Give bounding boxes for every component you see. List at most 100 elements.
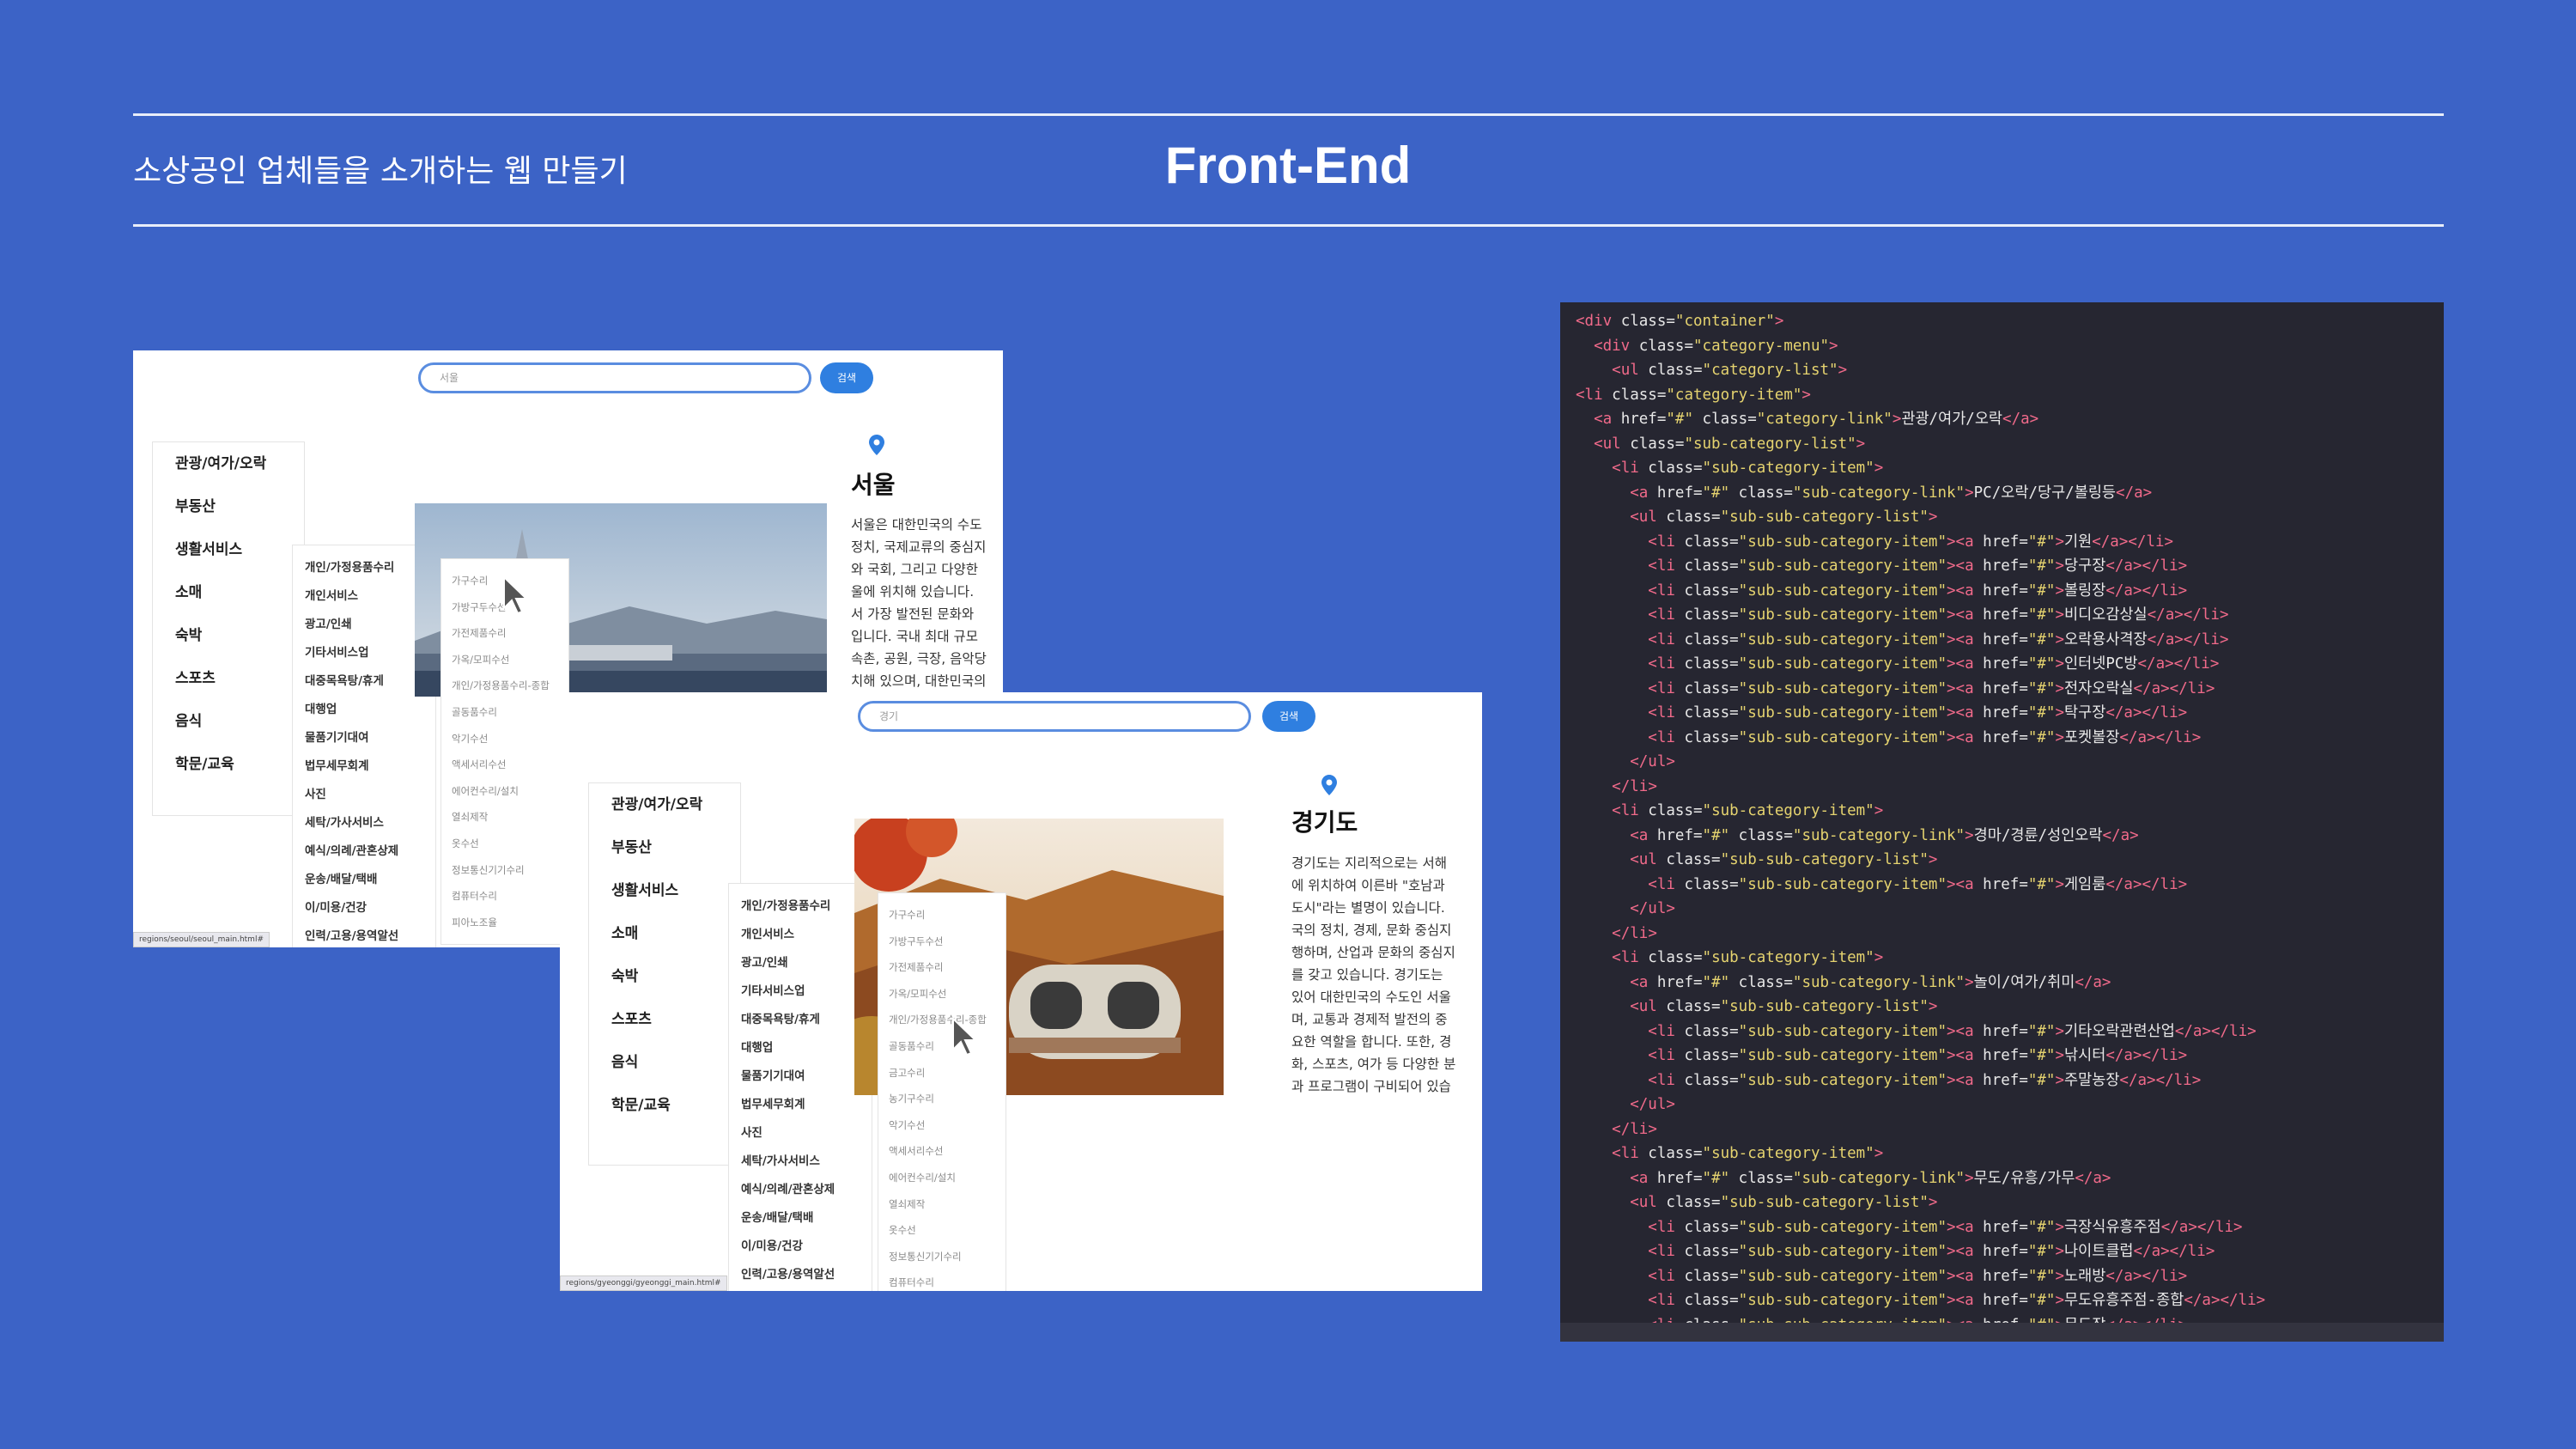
search-input[interactable]: 경기 bbox=[858, 701, 1251, 732]
code-line: <li class="sub-category-item"> bbox=[1612, 949, 1884, 966]
search-placeholder: 서울 bbox=[440, 372, 459, 384]
category-item[interactable]: 숙박 bbox=[153, 614, 304, 657]
header-bottom-rule bbox=[133, 224, 2444, 227]
subsubcategory-item[interactable]: 액세서리수선 bbox=[878, 1138, 1005, 1165]
description-line: 울에 위치해 있습니다. bbox=[851, 584, 975, 600]
subsubcategory-item[interactable]: 컴퓨터수리 bbox=[878, 1269, 1005, 1291]
category-item[interactable]: 생활서비스 bbox=[153, 528, 304, 571]
category-item[interactable]: 학문/교육 bbox=[589, 1084, 740, 1127]
subsubcategory-item[interactable]: 개인/가정용품수리-종합 bbox=[878, 1007, 1005, 1033]
subsubcategory-item[interactable]: 가옥/모피수선 bbox=[441, 647, 568, 673]
description-line: 서 가장 발전된 문화와 bbox=[851, 606, 975, 622]
subcategory-item[interactable]: 인력/고용/용역알선 bbox=[729, 1261, 872, 1289]
code-line: <li class="sub-sub-category-item"><a hre… bbox=[1648, 1292, 2266, 1309]
subsubcategory-item[interactable]: 가구수리 bbox=[878, 902, 1005, 928]
code-line: </li> bbox=[1612, 924, 1657, 942]
subcategory-item[interactable]: 예식/의례/관혼상제 bbox=[729, 1176, 872, 1204]
subcategory-item[interactable]: 개인서비스 bbox=[729, 921, 872, 949]
code-line: <li class="sub-sub-category-item"><a hre… bbox=[1648, 1243, 2215, 1260]
search-button[interactable]: 검색 bbox=[1262, 701, 1315, 732]
description-line: 화, 스포츠, 여가 등 다양한 분 bbox=[1291, 1056, 1456, 1072]
subcategory-item[interactable]: 광고/인쇄 bbox=[729, 949, 872, 977]
code-line: <a href="#" class="sub-category-link">PC… bbox=[1630, 484, 2153, 502]
subsubcategory-item[interactable]: 가전제품수리 bbox=[441, 620, 568, 647]
subcategory-item[interactable]: 이/미용/건강 bbox=[293, 894, 435, 922]
code-line: <ul class="sub-category-list"> bbox=[1594, 435, 1866, 453]
category-item[interactable]: 소매 bbox=[589, 912, 740, 955]
editor-scrollbar[interactable] bbox=[1560, 1323, 2444, 1342]
category-item[interactable]: 음식 bbox=[153, 700, 304, 743]
subsubcategory-item[interactable]: 피아노조율 bbox=[441, 910, 568, 936]
subsubcategory-item[interactable]: 악기수선 bbox=[878, 1112, 1005, 1139]
code-line: <a href="#" class="sub-category-link">경마… bbox=[1630, 826, 2139, 844]
subsubcategory-item[interactable]: 가전제품수리 bbox=[878, 954, 1005, 981]
subcategory-item[interactable]: 인력/고용/용역알선 bbox=[293, 922, 435, 947]
subsubcategory-item[interactable]: 옷수선 bbox=[878, 1217, 1005, 1244]
subsubcategory-item[interactable]: 가옥/모피수선 bbox=[878, 981, 1005, 1008]
status-bar-url: regions/gyeonggi/gyeonggi_main.html# bbox=[560, 1275, 727, 1291]
category-item[interactable]: 관광/여가/오락 bbox=[589, 783, 740, 826]
subsubcategory-item[interactable]: 농기구수리 bbox=[878, 1086, 1005, 1112]
subsubcategory-item[interactable]: 에어컨수리/설치 bbox=[878, 1165, 1005, 1191]
category-item[interactable]: 음식 bbox=[589, 1041, 740, 1084]
description-line: 입니다. 국내 최대 규모 bbox=[851, 629, 979, 644]
subcategory-item[interactable]: 운송/배달/택배 bbox=[293, 866, 435, 894]
subsubcategory-item[interactable]: 옷수선 bbox=[441, 831, 568, 857]
search-input[interactable]: 서울 bbox=[418, 362, 811, 393]
subcategory-item[interactable]: 세탁/가사서비스 bbox=[729, 1148, 872, 1176]
code-line: <li class="category-item"> bbox=[1576, 386, 1811, 404]
code-line: <li class="sub-sub-category-item"><a hre… bbox=[1648, 606, 2229, 624]
gyeonggi-page-screenshot: 경기 검색 관광/여가/오락 부동산 생활서비스 소매 숙박 스포츠 음식 학문/교육 개인/… bbox=[560, 692, 1482, 1291]
subcategory-item[interactable]: 법무세무회계 bbox=[293, 752, 435, 781]
category-item[interactable]: 숙박 bbox=[589, 955, 740, 998]
category-item[interactable]: 관광/여가/오락 bbox=[153, 442, 304, 485]
subsubcategory-item[interactable]: 정보통신기기수리 bbox=[878, 1244, 1005, 1270]
category-item[interactable]: 스포츠 bbox=[589, 998, 740, 1041]
subsubcategory-item[interactable]: 개인/가정용품수리-종합 bbox=[441, 673, 568, 699]
subsubcategory-menu: 가구수리 가방구두수선 가전제품수리 가옥/모피수선 개인/가정용품수리-종합 골동품수리… bbox=[878, 892, 1006, 1291]
subcategory-item[interactable]: 대중목욕탕/휴게 bbox=[729, 1006, 872, 1034]
code-line: <li class="sub-sub-category-item"><a hre… bbox=[1648, 1071, 2202, 1089]
description-line: 며, 교통과 경제적 발전의 중 bbox=[1291, 1012, 1448, 1027]
code-line: <a href="#" class="sub-category-link">놀이… bbox=[1630, 973, 2111, 991]
subsubcategory-item[interactable]: 정보통신기기수리 bbox=[441, 857, 568, 884]
category-item[interactable]: 학문/교육 bbox=[153, 743, 304, 786]
header-top-rule bbox=[133, 113, 2444, 116]
subcategory-item[interactable]: 물품기기대여 bbox=[293, 724, 435, 752]
code-line: </ul> bbox=[1630, 753, 1675, 770]
subsubcategory-item[interactable]: 컴퓨터수리 bbox=[441, 883, 568, 910]
subcategory-item[interactable]: 법무세무회계 bbox=[729, 1091, 872, 1119]
category-menu: 관광/여가/오락 부동산 생활서비스 소매 숙박 스포츠 음식 학문/교육 bbox=[588, 782, 741, 1166]
category-item[interactable]: 부동산 bbox=[153, 485, 304, 528]
subcategory-item[interactable]: 물품기기대여 bbox=[729, 1062, 872, 1091]
subsubcategory-item[interactable]: 골동품수리 bbox=[878, 1033, 1005, 1060]
subcategory-item[interactable]: 대행업 bbox=[293, 696, 435, 724]
subsubcategory-item[interactable]: 금고수리 bbox=[878, 1060, 1005, 1087]
subcategory-item[interactable]: 사진 bbox=[729, 1119, 872, 1148]
category-item[interactable]: 스포츠 bbox=[153, 657, 304, 700]
code-line: <li class="sub-sub-category-item"><a hre… bbox=[1648, 557, 2188, 575]
subsubcategory-item[interactable]: 열쇠제작 bbox=[878, 1191, 1005, 1218]
category-item[interactable]: 생활서비스 bbox=[589, 869, 740, 912]
subcategory-item[interactable]: 운송/배달/택배 bbox=[729, 1204, 872, 1233]
subcategory-item[interactable]: 개인/가정용품수리 bbox=[729, 892, 872, 921]
code-line: <li class="sub-sub-category-item"><a hre… bbox=[1648, 704, 2188, 721]
subsubcategory-item[interactable]: 에어컨수리/설치 bbox=[441, 778, 568, 805]
category-item[interactable]: 부동산 bbox=[589, 826, 740, 869]
subcategory-item[interactable]: 대행업 bbox=[729, 1034, 872, 1062]
subsubcategory-item[interactable]: 골동품수리 bbox=[441, 699, 568, 726]
subcategory-item[interactable]: 예식/의례/관혼상제 bbox=[293, 837, 435, 866]
code-line: <li class="sub-sub-category-item"><a hre… bbox=[1648, 581, 2188, 600]
category-item[interactable]: 소매 bbox=[153, 571, 304, 614]
subsubcategory-item[interactable]: 가방구두수선 bbox=[878, 928, 1005, 955]
code-line: <li class="sub-sub-category-item"><a hre… bbox=[1648, 533, 2174, 551]
subsubcategory-item[interactable]: 액세서리수선 bbox=[441, 752, 568, 778]
code-line: <ul class="category-list"> bbox=[1612, 362, 1848, 379]
subcategory-item[interactable]: 세탁/가사서비스 bbox=[293, 809, 435, 837]
subsubcategory-item[interactable]: 악기수선 bbox=[441, 726, 568, 752]
subsubcategory-item[interactable]: 열쇠제작 bbox=[441, 804, 568, 831]
subcategory-item[interactable]: 이/미용/건강 bbox=[729, 1233, 872, 1261]
subcategory-item[interactable]: 사진 bbox=[293, 781, 435, 809]
search-button[interactable]: 검색 bbox=[820, 362, 873, 393]
subcategory-item[interactable]: 기타서비스업 bbox=[729, 977, 872, 1006]
